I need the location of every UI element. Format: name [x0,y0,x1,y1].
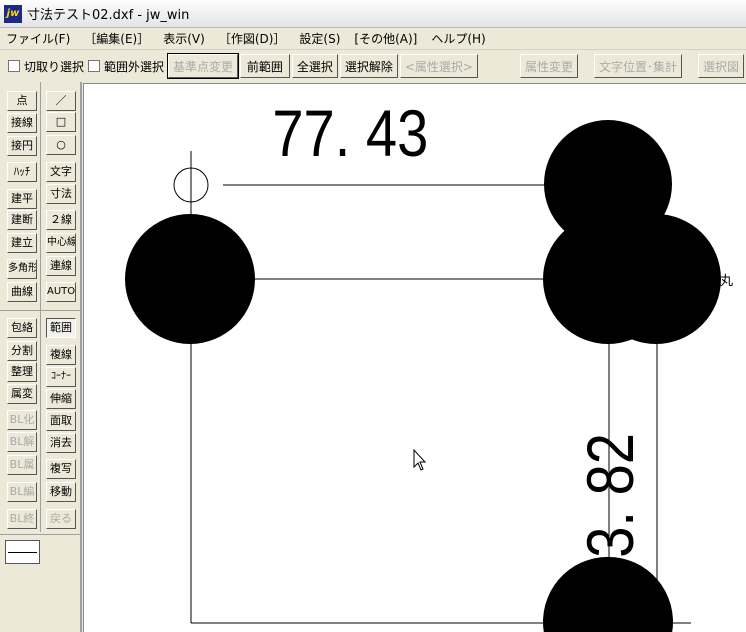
tool-block-end[interactable]: BL終 [7,509,37,529]
drawing-canvas[interactable]: 77. 43 63. 82 丸 [83,83,746,632]
tool-dimension[interactable]: 寸法 [46,184,76,204]
tool-block-create[interactable]: BL化 [7,410,37,430]
menu-other[interactable]: [その他(A)] [354,30,417,47]
cut-select-label: 切取り選択 [24,59,85,74]
tool-hatch[interactable]: ﾊｯﾁ [7,162,37,182]
checkbox-icon[interactable] [88,60,101,72]
outside-select-label: 範囲外選択 [104,59,165,74]
mouse-cursor-icon [413,448,427,471]
tool-block-attr[interactable]: BL属 [7,455,37,475]
tool-undo[interactable]: 戻る [46,509,76,529]
filled-circle [591,214,721,344]
app-logo-icon: jw [4,4,22,23]
window-title: 寸法テスト02.dxf - jw_win [27,8,190,23]
divider [0,310,80,311]
divider [0,534,80,535]
line-style-selector[interactable] [5,540,40,564]
tool-copy[interactable]: 複写 [46,459,76,479]
tool-continuous-line[interactable]: 連線 [46,256,76,276]
tool-section[interactable]: 建断 [7,210,37,230]
tool-plan[interactable]: 建平 [7,189,37,209]
menu-help[interactable]: ヘルプ(H) [431,30,485,47]
line-style-sample [8,552,37,553]
tool-tangent-line[interactable]: 接線 [7,113,37,133]
deselect-button[interactable]: 選択解除 [339,54,398,78]
tool-curve[interactable]: 曲線 [7,282,37,302]
tool-block-edit[interactable]: BL編 [7,482,37,502]
tool-divide[interactable]: 分割 [7,341,37,361]
menu-view[interactable]: 表示(V) [163,30,205,47]
tool-envelope[interactable]: 包絡 [7,318,37,338]
tool-text[interactable]: 文字 [46,162,76,182]
tool-center-line[interactable]: 中心線 [46,233,76,253]
menu-file[interactable]: ファイル(F) [6,30,70,47]
checkbox-icon[interactable] [8,60,20,72]
tool-point[interactable]: 点 [7,91,37,111]
tool-polygon[interactable]: 多角形 [7,259,37,279]
tool-tangent-circle[interactable]: 接円 [7,136,37,156]
prev-range-button[interactable]: 前範囲 [240,54,290,78]
menu-bar: ファイル(F) ［編集(E)］ 表示(V) ［作図(D)］ 設定(S) [その他… [0,28,746,50]
tool-move[interactable]: 移動 [46,482,76,502]
tool-stretch[interactable]: 伸縮 [46,389,76,409]
menu-settings[interactable]: 設定(S) [299,30,340,47]
tool-line[interactable]: ／ [46,91,76,111]
title-bar: jw 寸法テスト02.dxf - jw_win [0,0,746,28]
tool-attr-change[interactable]: 属変 [7,384,37,404]
menu-draw[interactable]: ［作図(D)］ [219,30,286,47]
divider [40,82,41,532]
tool-circle[interactable]: ○ [46,135,76,155]
circle-label: 丸 [720,274,733,289]
outside-select-checkbox[interactable]: 範囲外選択 [88,58,164,75]
horizontal-dimension-text: 77. 43 [272,97,428,170]
drawing: 77. 43 63. 82 丸 [125,97,733,632]
select-all-button[interactable]: 全選択 [291,54,338,78]
tool-palette: 点 接線 接円 ﾊｯﾁ 建平 建断 建立 多角形 曲線 包絡 分割 整理 属変 … [0,82,82,632]
tool-chamfer[interactable]: 面取 [46,411,76,431]
tool-elevation[interactable]: 建立 [7,233,37,253]
tool-corner[interactable]: ｺｰﾅｰ [46,367,76,387]
tool-organize[interactable]: 整理 [7,362,37,382]
tool-offset[interactable]: 複線 [46,345,76,365]
filled-circle [125,214,255,344]
toolbar: 切取り選択 範囲外選択 基準点変更 前範囲 全選択 選択解除 <属性選択> 属性… [0,51,746,81]
cut-select-checkbox[interactable]: 切取り選択 [8,58,84,75]
tool-range[interactable]: 範囲 [46,318,76,338]
tool-double-line[interactable]: ２線 [46,210,76,230]
menu-edit[interactable]: ［編集(E)］ [84,30,149,47]
tool-auto[interactable]: AUTO [46,282,76,302]
filled-circle-partial [542,556,674,632]
tool-rectangle[interactable]: □ [46,112,76,132]
tool-block-release[interactable]: BL解 [7,432,37,452]
base-point-button[interactable]: 基準点変更 [167,53,240,79]
attr-change-button[interactable]: 属性変更 [519,54,578,78]
text-pos-button[interactable]: 文字位置･集計 [593,54,682,78]
tool-erase[interactable]: 消去 [46,433,76,453]
select-fig-button[interactable]: 選択図 [697,54,744,78]
attr-select-button[interactable]: <属性選択> [399,54,478,78]
